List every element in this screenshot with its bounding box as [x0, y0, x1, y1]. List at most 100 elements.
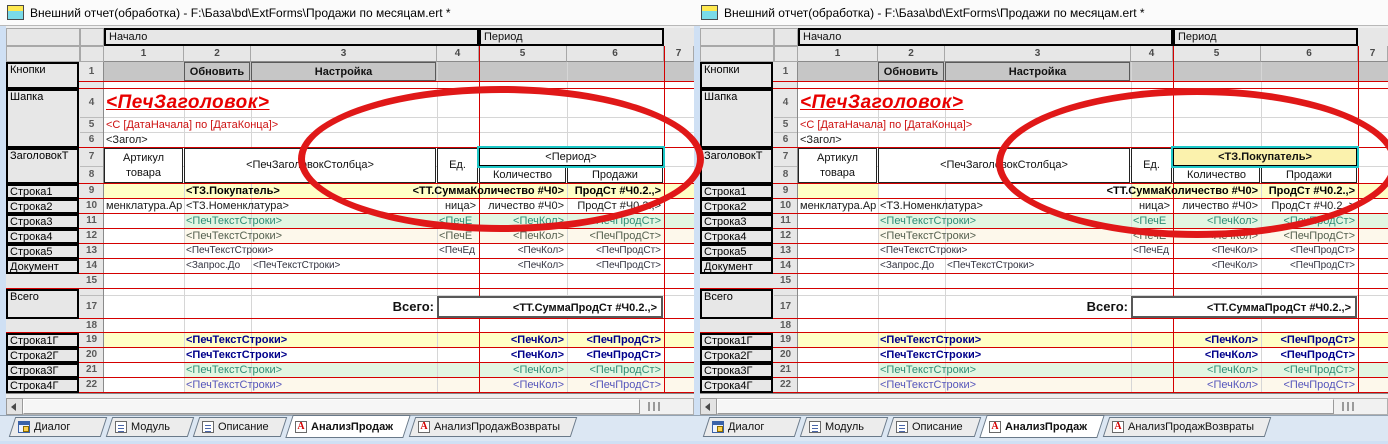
window-titlebar[interactable]: Внешний отчет(обработка) - F:\База\bd\Ex…: [694, 0, 1388, 26]
section-label[interactable]: Шапка: [700, 89, 773, 148]
row-number[interactable]: 1: [774, 62, 797, 82]
grid-cell[interactable]: <ТТ.СуммаКоличество #Ч0>: [251, 184, 566, 198]
grid-cell[interactable]: <ПечПродСт>: [567, 333, 663, 347]
grid-cell[interactable]: <Запрос.До: [184, 259, 250, 273]
grid-cell[interactable]: личество #Ч0>: [1173, 199, 1260, 213]
row-number[interactable]: 17: [774, 296, 797, 319]
grid-cell[interactable]: личество #Ч0>: [479, 199, 566, 213]
grid-cell[interactable]: <ПечПродСт>: [1261, 378, 1357, 392]
grid-cell[interactable]: ница>: [437, 199, 478, 213]
section-label[interactable]: Строка1Г: [700, 333, 773, 348]
grid-cell[interactable]: <ПечПродСт>: [1261, 363, 1357, 377]
grid-cell[interactable]: <ПечЕ: [1131, 229, 1172, 243]
tab-АнализПродажВозвраты[interactable]: АнализПродажВозвраты: [409, 417, 577, 437]
row-number[interactable]: 22: [80, 378, 103, 393]
section-label[interactable]: Строка4Г: [6, 378, 79, 393]
grid-cell[interactable]: <ПечТекстСтроки>: [878, 244, 1130, 258]
grid-cell[interactable]: <ПечПродСт>: [1261, 244, 1357, 258]
grid-cell[interactable]: <ПечПродСт>: [567, 244, 663, 258]
grid-cell[interactable]: <ПечКол>: [479, 363, 566, 377]
section-label[interactable]: ЗаголовокТ: [700, 148, 773, 184]
resize-grip-icon[interactable]: [1342, 402, 1356, 411]
section-label[interactable]: Строка5: [6, 244, 79, 259]
grid-cell[interactable]: <ПечКол>: [1173, 363, 1260, 377]
tab-Диалог[interactable]: Диалог: [9, 417, 107, 437]
row-number[interactable]: 13: [774, 244, 797, 259]
grid-cell[interactable]: <ПечПродСт>: [567, 214, 663, 228]
grid-cell[interactable]: ПродСт #Ч0.2.,>: [567, 184, 663, 198]
grid-cell[interactable]: <Загол>: [798, 133, 944, 147]
grid-cell[interactable]: <ПечТекстСтроки>: [184, 378, 436, 392]
section-label[interactable]: Строка3: [6, 214, 79, 229]
grid-cell[interactable]: ПродСт #Ч0.2.,>: [1261, 199, 1357, 213]
grid-cell[interactable]: <ПечТекстСтроки>: [878, 229, 1130, 243]
grid-cell[interactable]: Артикул товара: [798, 148, 877, 183]
grid-cell[interactable]: <ПечТекстСтроки>: [945, 259, 1130, 273]
column-number[interactable]: 2: [878, 46, 945, 62]
grid-cell[interactable]: <С [ДатаНачала] по [ДатаКонца]>: [104, 118, 436, 132]
section-label[interactable]: Строка2: [6, 199, 79, 214]
tab-Описание[interactable]: Описание: [193, 417, 287, 437]
section-label[interactable]: Всего: [700, 289, 773, 319]
row-number[interactable]: 15: [774, 274, 797, 289]
grid-cell[interactable]: <С [ДатаНачала] по [ДатаКонца]>: [798, 118, 1130, 132]
grid-cell[interactable]: Количество: [1173, 167, 1260, 183]
grid-cell[interactable]: <ПечКол>: [479, 333, 566, 347]
grid-cell[interactable]: <ПечТекстСтроки>: [878, 348, 1130, 362]
grid-cell[interactable]: Всего:: [184, 296, 436, 318]
grid-cell[interactable]: <ПечПродСт>: [567, 378, 663, 392]
row-number[interactable]: 18: [80, 319, 103, 333]
grid-cell[interactable]: <ПечКол>: [479, 229, 566, 243]
hscrollbar-thumb[interactable]: [23, 399, 640, 414]
row-number[interactable]: 12: [80, 229, 103, 244]
template-button[interactable]: Обновить: [878, 62, 944, 81]
section-label[interactable]: Строка4: [700, 229, 773, 244]
column-number[interactable]: 3: [251, 46, 437, 62]
column-number[interactable]: 5: [479, 46, 567, 62]
section-label[interactable]: Всего: [6, 289, 79, 319]
row-number[interactable]: 21: [80, 363, 103, 378]
grid-cell[interactable]: <ПечКол>: [1173, 244, 1260, 258]
section-label[interactable]: Кнопки: [6, 62, 79, 89]
row-number[interactable]: 13: [80, 244, 103, 259]
scroll-left-button[interactable]: [6, 398, 23, 415]
grid-cell[interactable]: Артикул товара: [104, 148, 183, 183]
grid-cell[interactable]: <ПечТекстСтроки>: [251, 259, 436, 273]
section-label[interactable]: Строка4Г: [700, 378, 773, 393]
column-number[interactable]: 2: [184, 46, 251, 62]
template-button[interactable]: Настройка: [251, 62, 436, 81]
grid-cell[interactable]: <ТТ.СуммаКоличество #Ч0>: [945, 184, 1260, 198]
column-number[interactable]: 5: [1173, 46, 1261, 62]
row-number[interactable]: 20: [774, 348, 797, 363]
row-number[interactable]: 8: [774, 167, 797, 184]
column-number[interactable]: 1: [104, 46, 184, 62]
column-section-header[interactable]: Период: [479, 28, 664, 46]
grid-cell[interactable]: <ПечЗаголовокСтолбца>: [184, 148, 436, 183]
grid-cell[interactable]: <ПечЕ: [1131, 214, 1172, 228]
grid-cell[interactable]: <ПечТекстСтроки>: [878, 333, 1130, 347]
grid-cell[interactable]: <ПечЕд: [437, 244, 478, 258]
grid-cell[interactable]: <Запрос.До: [878, 259, 944, 273]
section-label[interactable]: Строка2Г: [700, 348, 773, 363]
grid-cell[interactable]: <ПечКол>: [1173, 214, 1260, 228]
section-label[interactable]: Строка5: [700, 244, 773, 259]
row-number[interactable]: 18: [774, 319, 797, 333]
row-number[interactable]: 5: [80, 118, 103, 133]
tab-АнализПродаж[interactable]: АнализПродаж: [285, 415, 410, 438]
grid-cell[interactable]: <ПечТекстСтроки>: [184, 348, 436, 362]
section-label[interactable]: Строка1: [700, 184, 773, 199]
row-number[interactable]: 22: [774, 378, 797, 393]
row-number[interactable]: 17: [80, 296, 103, 319]
resize-grip-icon[interactable]: [648, 402, 662, 411]
selected-cell[interactable]: <Период>: [479, 148, 663, 166]
tab-Диалог[interactable]: Диалог: [703, 417, 801, 437]
template-button[interactable]: Обновить: [184, 62, 250, 81]
grid-cell[interactable]: <ТЗ.Номенклатура>: [878, 199, 1130, 213]
column-number[interactable]: 7: [1358, 46, 1388, 62]
column-section-header[interactable]: Период: [1173, 28, 1358, 46]
section-label[interactable]: Строка2Г: [6, 348, 79, 363]
grid-cell[interactable]: <ПечКол>: [1173, 348, 1260, 362]
grid-cell[interactable]: менклатура.Ар: [104, 199, 183, 213]
grid-cell[interactable]: <ПечТекстСтроки>: [184, 333, 436, 347]
grid-cell[interactable]: <ПечТекстСтроки>: [878, 214, 1130, 228]
